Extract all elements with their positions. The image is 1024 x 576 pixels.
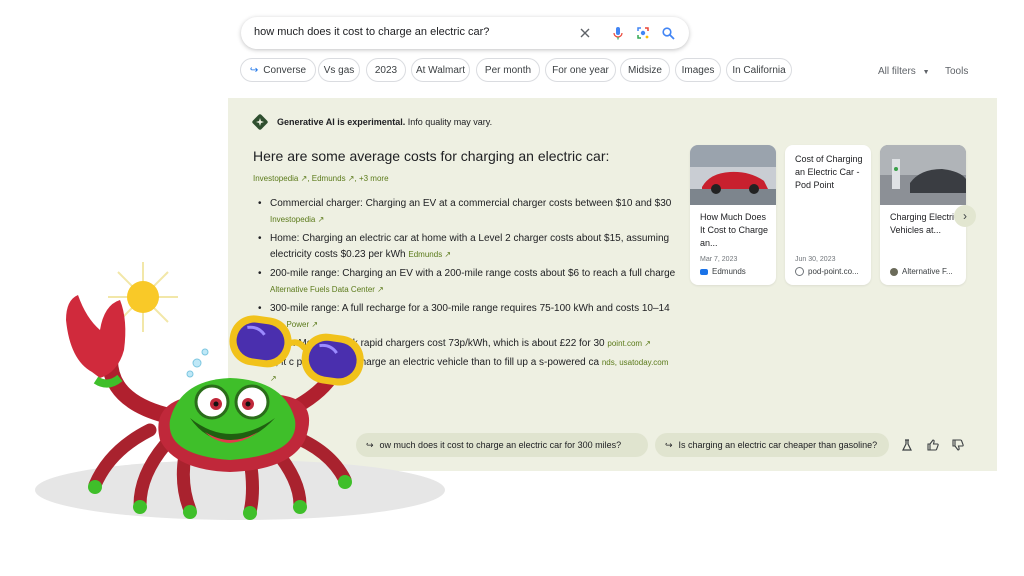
- chip-midsize[interactable]: Midsize: [620, 58, 670, 82]
- card-site: Alternative F...: [890, 267, 953, 276]
- crab-body: [158, 378, 310, 472]
- thumbs-up-icon[interactable]: [925, 437, 941, 453]
- source-link[interactable]: point.com: [607, 339, 642, 348]
- sunglasses: [229, 315, 364, 386]
- all-filters-button[interactable]: All filters ▼: [878, 66, 930, 77]
- source-link[interactable]: nds, usatoday.com: [602, 358, 669, 367]
- card-date: Jun 30, 2023: [795, 256, 836, 263]
- next-arrow-button[interactable]: ›: [954, 205, 976, 227]
- card-title: Charging Electric Vehicles at...: [890, 212, 959, 235]
- site-logo-icon: [890, 267, 898, 276]
- card-thumbnail: [880, 145, 966, 205]
- car-icon: [700, 268, 708, 275]
- chip-images[interactable]: Images: [675, 58, 721, 82]
- crab-mascot-illustration: [35, 262, 445, 520]
- card-title: Cost of Charging an Electric Car - Pod P…: [795, 154, 863, 190]
- lab-flask-icon[interactable]: [899, 437, 915, 453]
- card-thumbnail: [690, 145, 776, 205]
- card-site: pod-point.co...: [795, 267, 859, 276]
- followup-question[interactable]: ↪ Is charging an electric car cheaper th…: [655, 433, 889, 457]
- bubbles: [186, 348, 209, 378]
- mic-icon[interactable]: [610, 25, 626, 41]
- source-card-pod-point[interactable]: Cost of Charging an Electric Car - Pod P…: [785, 145, 871, 285]
- crab-left-claw: [66, 295, 173, 423]
- caret-down-icon: ▼: [922, 69, 930, 76]
- thumbs-down-icon[interactable]: [950, 437, 966, 453]
- tools-button[interactable]: Tools: [945, 66, 968, 77]
- globe-icon: [795, 267, 804, 276]
- search-icon[interactable]: [660, 25, 676, 41]
- source-card-edmunds[interactable]: How Much Does It Cost to Charge an... Ma…: [690, 145, 776, 285]
- external-link-icon: ↗: [642, 339, 652, 348]
- return-arrow-icon: ↪: [665, 439, 673, 450]
- card-site: Edmunds: [700, 267, 746, 276]
- card-title: How Much Does It Cost to Charge an...: [700, 212, 769, 248]
- card-date: Mar 7, 2023: [700, 256, 738, 263]
- close-icon[interactable]: [577, 25, 593, 41]
- chevron-right-icon: ›: [963, 209, 967, 223]
- chip-in-california[interactable]: In California: [726, 58, 792, 82]
- lens-icon[interactable]: [635, 25, 651, 41]
